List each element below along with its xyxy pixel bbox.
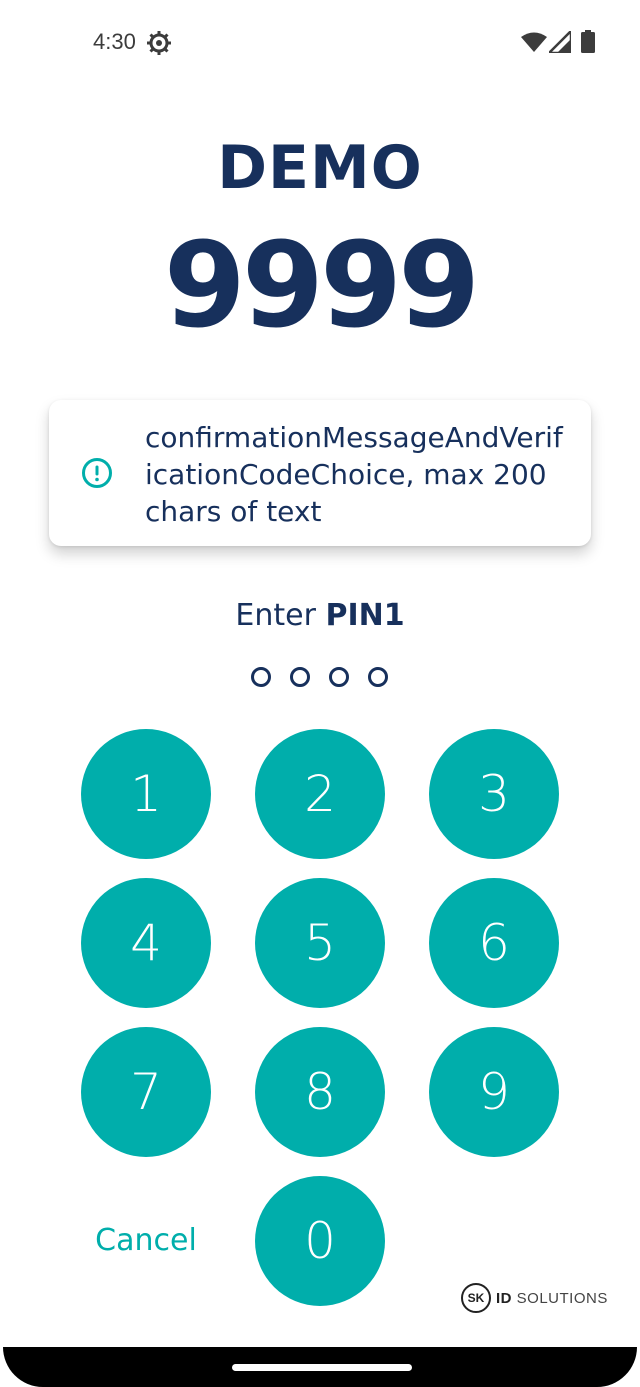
pin-dot — [290, 667, 310, 687]
message-card: confirmationMessageAndVerificationCodeCh… — [49, 400, 591, 546]
verification-code: 9999 — [163, 216, 480, 354]
wifi-icon — [521, 32, 547, 52]
status-bar: 4:30 — [0, 0, 640, 84]
key-3[interactable]: 3 — [429, 729, 559, 859]
confirmation-message: confirmationMessageAndVerificationCodeCh… — [145, 421, 563, 528]
sk-logo-icon: SK — [461, 1283, 491, 1313]
pin-prompt: Enter PIN1 — [0, 598, 640, 633]
settings-icon — [147, 31, 171, 55]
key-2[interactable]: 2 — [255, 729, 385, 859]
key-8[interactable]: 8 — [255, 1027, 385, 1157]
key-5[interactable]: 5 — [255, 878, 385, 1008]
page-title: DEMO — [217, 133, 423, 203]
pin-name: PIN1 — [325, 598, 405, 633]
key-1[interactable]: 1 — [81, 729, 211, 859]
pin-prompt-prefix: Enter — [235, 598, 316, 633]
key-7[interactable]: 7 — [81, 1027, 211, 1157]
cancel-button[interactable]: Cancel — [81, 1216, 211, 1266]
key-0[interactable]: 0 — [255, 1176, 385, 1306]
status-time: 4:30 — [93, 29, 136, 54]
navigation-bar — [3, 1347, 637, 1387]
home-indicator[interactable] — [232, 1364, 412, 1371]
brand-name-rest: SOLUTIONS — [516, 1289, 608, 1307]
pin-dot — [251, 667, 271, 687]
key-9[interactable]: 9 — [429, 1027, 559, 1157]
pin-dot — [329, 667, 349, 687]
brand-name-bold: ID — [496, 1289, 512, 1307]
brand-logo: SK ID SOLUTIONS — [461, 1283, 608, 1313]
info-icon — [82, 458, 112, 488]
signal-icon — [549, 31, 571, 53]
pin-dots — [0, 667, 640, 691]
key-4[interactable]: 4 — [81, 878, 211, 1008]
brand-name: ID SOLUTIONS — [496, 1290, 608, 1307]
battery-icon — [581, 30, 595, 53]
key-6[interactable]: 6 — [429, 878, 559, 1008]
pin-dot — [368, 667, 388, 687]
